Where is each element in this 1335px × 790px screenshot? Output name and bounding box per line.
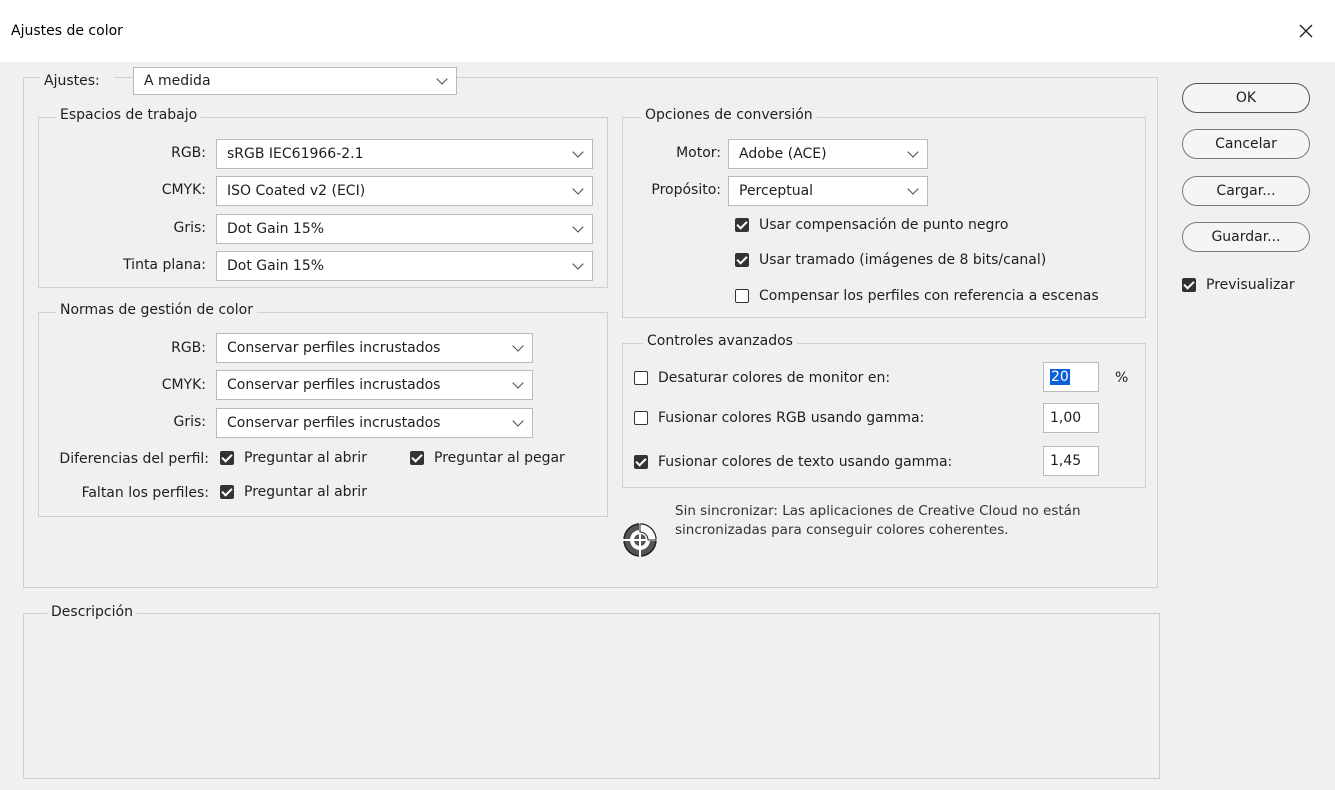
ws-rgb-value: sRGB IEC61966-2.1 (227, 146, 364, 162)
working-spaces-legend: Espacios de trabajo (56, 107, 202, 123)
description-legend: Descripción (47, 604, 137, 620)
settings-label: Ajustes: (44, 73, 100, 89)
desaturate-unit: % (1115, 370, 1129, 386)
scene-label: Compensar los perfiles con referencia a … (759, 288, 1099, 304)
policy-gray-select[interactable]: Conservar perfiles incrustados (216, 408, 533, 438)
ws-spot-select[interactable]: Dot Gain 15% (216, 251, 593, 281)
load-button[interactable]: Cargar... (1182, 176, 1310, 206)
checkbox-box (634, 411, 648, 425)
chevron-down-icon (907, 183, 919, 195)
checkbox-box (634, 371, 648, 385)
blend-rgb-label: Fusionar colores RGB usando gamma: (658, 410, 925, 426)
checkbox-box (410, 451, 424, 465)
window-title: Ajustes de color (11, 23, 123, 39)
ws-cmyk-label: CMYK: (161, 182, 206, 198)
blend-text-checkbox[interactable]: Fusionar colores de texto usando gamma: (634, 454, 952, 470)
ws-gray-value: Dot Gain 15% (227, 221, 325, 237)
chevron-down-icon (572, 146, 584, 158)
profile-mismatch-label: Diferencias del perfil: (59, 451, 209, 467)
chevron-down-icon (572, 221, 584, 233)
ws-cmyk-select[interactable]: ISO Coated v2 (ECI) (216, 176, 593, 206)
mismatch-paste-label: Preguntar al pegar (434, 450, 565, 466)
missing-profiles-label: Faltan los perfiles: (81, 485, 209, 501)
checkbox-box (634, 455, 648, 469)
policy-rgb-label: RGB: (171, 340, 206, 356)
ok-button[interactable]: OK (1182, 83, 1310, 113)
ws-rgb-label: RGB: (171, 145, 206, 161)
chevron-down-icon (572, 183, 584, 195)
chevron-down-icon (512, 377, 524, 389)
policy-cmyk-value: Conservar perfiles incrustados (227, 377, 441, 393)
black-point-checkbox[interactable]: Usar compensación de punto negro (735, 217, 1008, 233)
checkbox-box (735, 218, 749, 232)
description-group (23, 613, 1160, 779)
ws-spot-label: Tinta plana: (123, 257, 206, 273)
desaturate-value: 20 (1050, 369, 1070, 385)
dither-label: Usar tramado (imágenes de 8 bits/canal) (759, 252, 1047, 268)
checkbox-box (1182, 278, 1196, 292)
policy-cmyk-label: CMYK: (161, 377, 206, 393)
ws-rgb-select[interactable]: sRGB IEC61966-2.1 (216, 139, 593, 169)
intent-value: Perceptual (739, 183, 814, 199)
policy-gray-value: Conservar perfiles incrustados (227, 415, 441, 431)
policy-rgb-select[interactable]: Conservar perfiles incrustados (216, 333, 533, 363)
sync-message-line1: Sin sincronizar: Las aplicaciones de Cre… (675, 503, 1081, 519)
settings-legend: Ajustes: (40, 67, 114, 95)
blend-rgb-value: 1,00 (1050, 410, 1082, 426)
chevron-down-icon (436, 73, 448, 85)
engine-label: Motor: (676, 145, 721, 161)
save-button[interactable]: Guardar... (1182, 222, 1310, 252)
missing-open-label: Preguntar al abrir (244, 484, 367, 500)
ws-gray-select[interactable]: Dot Gain 15% (216, 214, 593, 244)
checkbox-box (735, 253, 749, 267)
settings-value: A medida (144, 73, 211, 89)
checkbox-box (220, 451, 234, 465)
blend-text-label: Fusionar colores de texto usando gamma: (658, 454, 953, 470)
settings-select[interactable]: A medida (133, 67, 457, 95)
sync-status-icon (623, 523, 657, 557)
conversion-legend: Opciones de conversión (641, 107, 817, 123)
close-button[interactable] (1288, 15, 1324, 47)
preview-label: Previsualizar (1206, 277, 1295, 293)
intent-select[interactable]: Perceptual (728, 176, 928, 206)
mismatch-open-checkbox[interactable]: Preguntar al abrir (220, 450, 367, 466)
preview-checkbox[interactable]: Previsualizar (1182, 277, 1295, 293)
checkbox-box (735, 289, 749, 303)
policy-gray-label: Gris: (173, 414, 206, 430)
engine-value: Adobe (ACE) (739, 146, 827, 162)
checkbox-box (220, 485, 234, 499)
chevron-down-icon (907, 146, 919, 158)
close-icon (1299, 24, 1313, 38)
advanced-legend: Controles avanzados (643, 333, 797, 349)
ws-spot-value: Dot Gain 15% (227, 258, 325, 274)
blend-text-input[interactable]: 1,45 (1043, 446, 1099, 476)
engine-select[interactable]: Adobe (ACE) (728, 139, 928, 169)
policy-cmyk-select[interactable]: Conservar perfiles incrustados (216, 370, 533, 400)
blend-rgb-checkbox[interactable]: Fusionar colores RGB usando gamma: (634, 410, 924, 426)
blend-text-value: 1,45 (1050, 453, 1082, 469)
desaturate-input[interactable]: 20 (1043, 362, 1099, 392)
dither-checkbox[interactable]: Usar tramado (imágenes de 8 bits/canal) (735, 252, 1046, 268)
cancel-button[interactable]: Cancelar (1182, 129, 1310, 159)
chevron-down-icon (512, 340, 524, 352)
ws-gray-label: Gris: (173, 220, 206, 236)
blend-rgb-input[interactable]: 1,00 (1043, 403, 1099, 433)
scene-checkbox[interactable]: Compensar los perfiles con referencia a … (735, 288, 1099, 304)
desaturate-checkbox[interactable]: Desaturar colores de monitor en: (634, 370, 890, 386)
intent-label: Propósito: (651, 182, 721, 198)
black-point-label: Usar compensación de punto negro (759, 217, 1009, 233)
chevron-down-icon (572, 258, 584, 270)
title-bar (0, 0, 1335, 62)
missing-open-checkbox[interactable]: Preguntar al abrir (220, 484, 367, 500)
mismatch-paste-checkbox[interactable]: Preguntar al pegar (410, 450, 565, 466)
ws-cmyk-value: ISO Coated v2 (ECI) (227, 183, 366, 199)
policies-legend: Normas de gestión de color (56, 302, 257, 318)
policy-rgb-value: Conservar perfiles incrustados (227, 340, 441, 356)
desaturate-label: Desaturar colores de monitor en: (658, 370, 891, 386)
chevron-down-icon (512, 415, 524, 427)
sync-message-line2: sincronizadas para conseguir colores coh… (675, 522, 1009, 538)
mismatch-open-label: Preguntar al abrir (244, 450, 367, 466)
